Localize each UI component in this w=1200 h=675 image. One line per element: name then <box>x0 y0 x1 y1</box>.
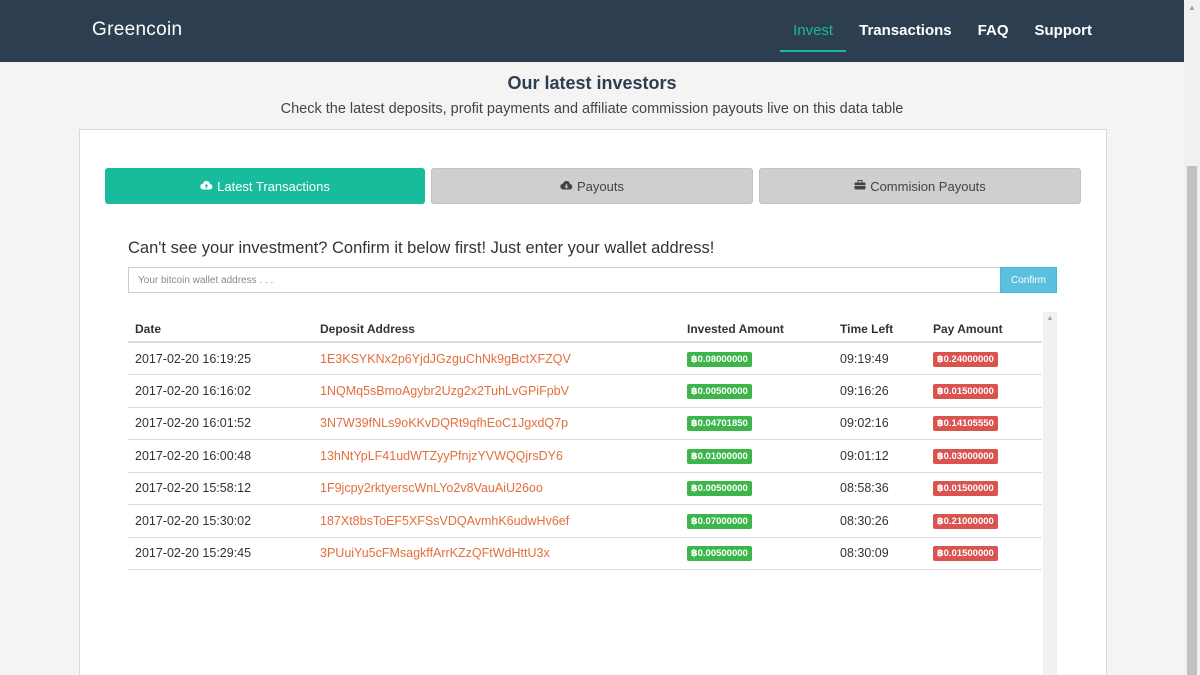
cell-date: 2017-02-20 15:29:45 <box>128 537 313 570</box>
section-subtitle: Check the latest deposits, profit paymen… <box>280 101 904 117</box>
pay-badge: ฿0.01500000 <box>933 546 998 562</box>
table-row: 2017-02-20 16:16:02 1NQMq5sBmoAgybr2Uzg2… <box>128 374 1042 408</box>
table-scrollbar[interactable]: ▲ <box>1043 312 1057 675</box>
table-row: 2017-02-20 15:58:12 1F9jcpy2rktyerscWnLY… <box>128 472 1042 505</box>
scroll-thumb[interactable] <box>1187 166 1197 675</box>
cell-deposit-address: 1NQMq5sBmoAgybr2Uzg2x2TuhLvGPiFpbV <box>313 374 680 408</box>
invested-badge: ฿0.00500000 <box>687 383 752 399</box>
header-invested-amount[interactable]: Invested Amount <box>680 312 833 343</box>
cell-time-left: 08:30:09 <box>833 537 926 570</box>
cell-invested: ฿0.08000000 <box>680 342 833 375</box>
invested-badge: ฿0.00500000 <box>687 481 752 497</box>
invested-badge: ฿0.07000000 <box>687 513 752 529</box>
cell-deposit-address: 3PUuiYu5cFMsagkffArrKZzQFtWdHttU3x <box>313 537 680 570</box>
cell-invested: ฿0.00500000 <box>680 472 833 505</box>
nav-menu: Invest Transactions FAQ Support <box>780 0 1105 62</box>
cell-invested: ฿0.07000000 <box>680 504 833 538</box>
cell-deposit-address: 13hNtYpLF41udWTZyyPfnjzYVWQQjrsDY6 <box>313 439 680 473</box>
table-scroll-up-arrow-icon[interactable]: ▲ <box>1043 312 1057 326</box>
cell-time-left: 09:16:26 <box>833 374 926 408</box>
cell-date: 2017-02-20 15:30:02 <box>128 504 313 538</box>
cell-pay: ฿0.01500000 <box>926 537 1042 570</box>
top-navbar: Greencoin Invest Transactions FAQ Suppor… <box>0 0 1184 62</box>
cell-time-left: 09:19:49 <box>833 342 926 375</box>
invested-badge: ฿0.08000000 <box>687 351 752 367</box>
table-header-row: Date Deposit Address Invested Amount Tim… <box>128 312 1042 343</box>
page-scrollbar[interactable]: ▲ <box>1184 0 1200 675</box>
tab-latest-label: Latest Transactions <box>217 178 330 194</box>
cell-pay: ฿0.21000000 <box>926 504 1042 538</box>
cloud-upload-icon <box>200 180 213 193</box>
pay-badge: ฿0.21000000 <box>933 513 998 529</box>
cell-time-left: 09:01:12 <box>833 439 926 473</box>
tab-latest-transactions[interactable]: Latest Transactions <box>105 168 425 204</box>
table-row: 2017-02-20 15:29:45 3PUuiYu5cFMsagkffArr… <box>128 537 1042 570</box>
table-row: 2017-02-20 16:00:48 13hNtYpLF41udWTZyyPf… <box>128 439 1042 473</box>
pay-badge: ฿0.14105550 <box>933 416 998 432</box>
tab-commission-payouts[interactable]: Commision Payouts <box>759 168 1081 204</box>
cell-invested: ฿0.01000000 <box>680 439 833 473</box>
section-title: Our latest investors <box>507 73 677 93</box>
nav-item-faq[interactable]: FAQ <box>965 0 1022 52</box>
table-row: 2017-02-20 15:30:02 187Xt8bsToEF5XFSsVDQ… <box>128 504 1042 538</box>
invested-badge: ฿0.04701850 <box>687 416 752 432</box>
cell-invested: ฿0.04701850 <box>680 407 833 440</box>
nav-item-invest[interactable]: Invest <box>780 0 847 52</box>
wallet-address-input[interactable] <box>128 267 1001 293</box>
pay-badge: ฿0.03000000 <box>933 448 998 464</box>
invested-badge: ฿0.01000000 <box>687 448 752 464</box>
table-row: 2017-02-20 16:19:25 1E3KSYKNx2p6YjdJGzgu… <box>128 342 1042 375</box>
invested-badge: ฿0.00500000 <box>687 546 752 562</box>
cell-pay: ฿0.24000000 <box>926 342 1042 375</box>
cell-deposit-address: 1E3KSYKNx2p6YjdJGzguChNk9gBctXFZQV <box>313 342 680 375</box>
tab-payouts-label: Payouts <box>577 178 624 194</box>
cell-deposit-address: 187Xt8bsToEF5XFSsVDQAvmhK6udwHv6ef <box>313 504 680 538</box>
confirm-button[interactable]: Confirm <box>1000 267 1057 293</box>
nav-item-support[interactable]: Support <box>1022 0 1106 52</box>
cell-pay: ฿0.01500000 <box>926 374 1042 408</box>
table-row: 2017-02-20 16:01:52 3N7W39fNLs9oKKvDQRt9… <box>128 407 1042 440</box>
tab-payouts[interactable]: Payouts <box>431 168 753 204</box>
pay-badge: ฿0.24000000 <box>933 351 998 367</box>
transactions-table: Date Deposit Address Invested Amount Tim… <box>128 312 1042 570</box>
scroll-up-arrow-icon[interactable]: ▲ <box>1184 0 1200 16</box>
cell-invested: ฿0.00500000 <box>680 374 833 408</box>
cell-date: 2017-02-20 16:01:52 <box>128 407 313 440</box>
header-deposit-address[interactable]: Deposit Address <box>313 312 680 343</box>
header-time-left[interactable]: Time Left <box>833 312 926 343</box>
cloud-download-icon <box>560 180 573 193</box>
cell-time-left: 08:58:36 <box>833 472 926 505</box>
cell-pay: ฿0.03000000 <box>926 439 1042 473</box>
briefcase-icon <box>854 179 866 193</box>
confirm-prompt: Can't see your investment? Confirm it be… <box>128 239 715 257</box>
cell-time-left: 09:02:16 <box>833 407 926 440</box>
cell-invested: ฿0.00500000 <box>680 537 833 570</box>
cell-deposit-address: 1F9jcpy2rktyerscWnLYo2v8VauAiU26oo <box>313 472 680 505</box>
pay-badge: ฿0.01500000 <box>933 383 998 399</box>
header-pay-amount[interactable]: Pay Amount <box>926 312 1042 343</box>
tab-commission-label: Commision Payouts <box>870 178 986 194</box>
cell-date: 2017-02-20 16:00:48 <box>128 439 313 473</box>
cell-date: 2017-02-20 16:16:02 <box>128 374 313 408</box>
header-date[interactable]: Date <box>128 312 313 343</box>
cell-pay: ฿0.01500000 <box>926 472 1042 505</box>
cell-date: 2017-02-20 15:58:12 <box>128 472 313 505</box>
cell-date: 2017-02-20 16:19:25 <box>128 342 313 375</box>
pay-badge: ฿0.01500000 <box>933 481 998 497</box>
nav-item-transactions[interactable]: Transactions <box>846 0 965 52</box>
cell-time-left: 08:30:26 <box>833 504 926 538</box>
brand-logo[interactable]: Greencoin <box>92 19 182 41</box>
cell-pay: ฿0.14105550 <box>926 407 1042 440</box>
cell-deposit-address: 3N7W39fNLs9oKKvDQRt9qfhEoC1JgxdQ7p <box>313 407 680 440</box>
transactions-panel: Latest Transactions Payouts Commision Pa… <box>79 129 1107 675</box>
